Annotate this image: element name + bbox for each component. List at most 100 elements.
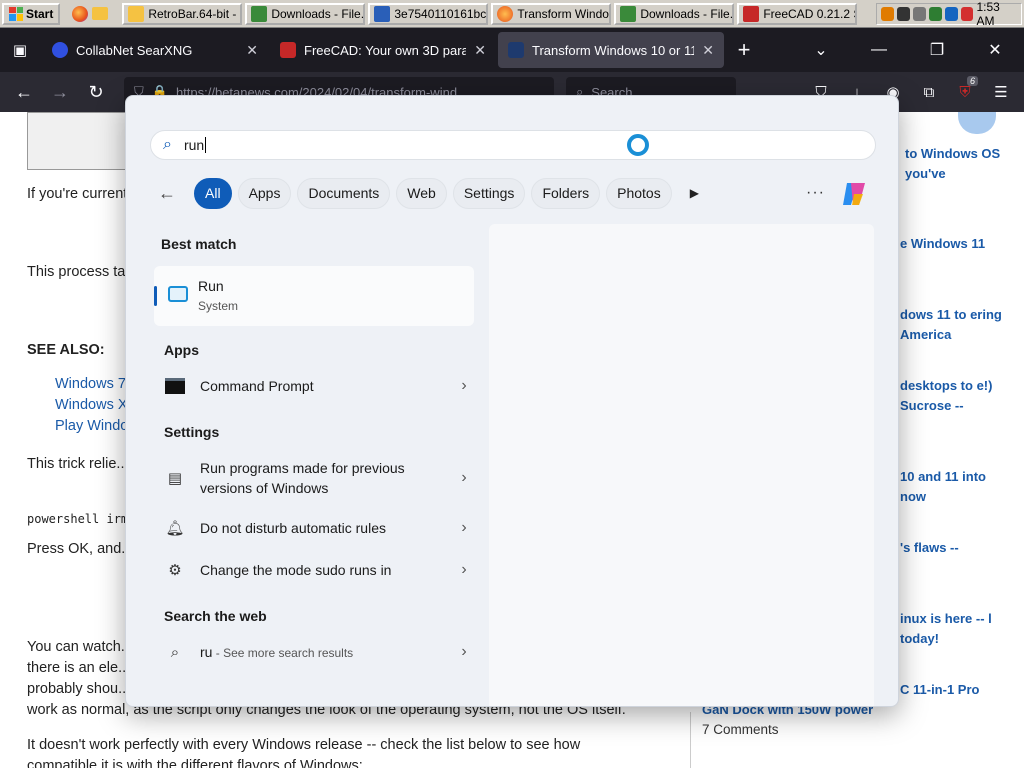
- compatibility-icon: ▤: [167, 470, 183, 487]
- taskbar-button-image[interactable]: 3e7540110161bc...: [368, 2, 489, 25]
- sidebar-link[interactable]: e Windows 11: [900, 234, 1004, 254]
- taskbar-button-label: Downloads - File...: [271, 6, 366, 21]
- tab-title: FreeCAD: Your own 3D parametric modeler: [304, 42, 467, 58]
- copilot-icon[interactable]: [839, 180, 869, 208]
- network-icon[interactable]: [896, 7, 910, 21]
- close-window-icon[interactable]: ✕: [966, 40, 1024, 60]
- play-icon[interactable]: ▶: [690, 186, 699, 200]
- volume-icon[interactable]: [944, 7, 958, 21]
- taskbar-button-label: 3e7540110161bc...: [394, 6, 489, 21]
- start-button[interactable]: Start: [2, 2, 61, 25]
- folder-icon: [128, 5, 145, 22]
- tab-searxng[interactable]: CollabNet SearXNG ✕: [42, 32, 268, 68]
- result-sudo-mode[interactable]: ⚙ Change the mode sudo runs in ›: [154, 558, 474, 582]
- sidebar-link[interactable]: 's flaws --: [900, 538, 1004, 558]
- search-icon[interactable]: [881, 7, 894, 21]
- preview-pane: [489, 224, 874, 706]
- firefox-icon[interactable]: [72, 5, 89, 22]
- freecad-icon: [280, 42, 296, 58]
- close-icon[interactable]: ✕: [246, 42, 258, 59]
- tab-list-icon[interactable]: ▣: [0, 28, 40, 72]
- close-icon[interactable]: ✕: [474, 42, 486, 59]
- search-icon: ⌕: [170, 643, 180, 661]
- sidebar-link[interactable]: 10 and 11 into now: [900, 467, 1004, 507]
- taskbar: Start RetroBar.64-bit - F... Downloads -…: [0, 0, 1024, 28]
- download-icon: [251, 5, 268, 22]
- back-arrow-icon[interactable]: ←: [158, 183, 188, 204]
- chevron-right-icon[interactable]: ›: [454, 519, 474, 537]
- sidebar-link[interactable]: to Windows OS you've: [905, 144, 1005, 184]
- chevron-right-icon[interactable]: ›: [454, 377, 474, 395]
- text-caret: [205, 137, 207, 153]
- apps-heading: Apps: [164, 342, 199, 358]
- search-query[interactable]: run: [184, 137, 204, 153]
- bell-icon: 🔔︎: [165, 520, 185, 537]
- shield-icon[interactable]: [928, 7, 942, 21]
- extensions-icon[interactable]: ⧉: [914, 84, 944, 101]
- menu-icon[interactable]: ☰: [986, 83, 1016, 101]
- firefox-icon: [497, 5, 514, 22]
- maximize-icon[interactable]: ❐: [908, 40, 966, 60]
- best-match-run[interactable]: Run System: [154, 266, 474, 326]
- web-subtitle: - See more search results: [212, 645, 354, 660]
- sidebar-link[interactable]: C 11-in-1 Pro: [900, 680, 1004, 700]
- sidebar-link[interactable]: dows 11 to ering America: [900, 305, 1004, 345]
- battery-icon[interactable]: [960, 7, 974, 21]
- comments-count[interactable]: 7 Comments: [702, 720, 779, 740]
- filter-bar: ← All Apps Documents Web Settings Folder…: [158, 176, 699, 210]
- cloud-icon[interactable]: [912, 7, 926, 21]
- filter-web[interactable]: Web: [396, 177, 447, 209]
- result-command-prompt[interactable]: Command Prompt ›: [154, 374, 474, 398]
- folder-icon[interactable]: [92, 7, 109, 20]
- taskbar-button-downloads[interactable]: Downloads - File...: [245, 2, 366, 25]
- result-web-search[interactable]: ⌕ ru - See more search results ›: [154, 640, 474, 664]
- filter-photos[interactable]: Photos: [606, 177, 672, 209]
- cortana-icon[interactable]: [627, 134, 649, 156]
- sidebar-divider: [690, 712, 691, 768]
- taskbar-button-freecad[interactable]: FreeCAD 0.21.2 S...: [737, 2, 858, 25]
- taskbar-button-firefox[interactable]: Transform Windo...: [491, 2, 612, 25]
- chevron-right-icon[interactable]: ›: [454, 643, 474, 661]
- back-icon[interactable]: ←: [6, 82, 42, 103]
- new-tab-button[interactable]: +: [724, 37, 764, 63]
- article-screenshot-image: [27, 112, 127, 170]
- close-icon[interactable]: ✕: [702, 42, 714, 59]
- command-prompt-icon: [164, 377, 186, 395]
- result-compat-settings[interactable]: ▤ Run programs made for previous version…: [154, 456, 474, 500]
- result-name: Run programs made for previous versions …: [200, 460, 405, 496]
- windows-logo-icon: [9, 6, 23, 21]
- ublock-icon[interactable]: ⛨ 6: [950, 75, 980, 101]
- chevron-down-icon[interactable]: ⌄: [792, 40, 850, 60]
- sidebar-link[interactable]: inux is here -- l today!: [900, 609, 1004, 649]
- system-tray: 1:53 AM: [876, 0, 1022, 28]
- more-options-icon[interactable]: ···: [806, 184, 825, 202]
- web-result-text: ru - See more search results: [200, 642, 454, 663]
- forward-icon[interactable]: →: [42, 82, 78, 103]
- article-paragraph: This process ta... box and most... featu…: [27, 264, 349, 280]
- taskbar-button-downloads-2[interactable]: Downloads - File...: [614, 2, 735, 25]
- tab-betanews[interactable]: Transform Windows 10 or 11 into ✕: [498, 32, 724, 68]
- comment-bubble-icon: [958, 112, 996, 134]
- selection-indicator: [154, 286, 157, 306]
- filter-documents[interactable]: Documents: [297, 177, 391, 209]
- filter-settings[interactable]: Settings: [452, 177, 526, 209]
- chevron-right-icon[interactable]: ›: [454, 469, 474, 487]
- article-line: compatible it is with the different flav…: [27, 758, 363, 768]
- search-input[interactable]: ⌕ run: [150, 130, 876, 160]
- minimize-icon[interactable]: —: [850, 41, 908, 59]
- tab-freecad[interactable]: FreeCAD: Your own 3D parametric modeler …: [270, 32, 496, 68]
- filter-all[interactable]: All: [194, 177, 232, 209]
- taskbar-button-label: FreeCAD 0.21.2 S...: [763, 6, 855, 21]
- sidebar-link[interactable]: desktops to e!) Sucrose --: [900, 376, 1004, 416]
- filter-folders[interactable]: Folders: [531, 177, 601, 209]
- extension-badge: 6: [966, 75, 978, 86]
- filter-apps[interactable]: Apps: [237, 177, 292, 209]
- taskbar-button-retrobar[interactable]: RetroBar.64-bit - F...: [122, 2, 243, 25]
- browser-tab-bar: ▣ CollabNet SearXNG ✕ FreeCAD: Your own …: [0, 28, 1024, 72]
- taskbar-button-label: RetroBar.64-bit - F...: [148, 6, 240, 21]
- reload-icon[interactable]: ↻: [78, 82, 114, 103]
- image-icon: [374, 5, 391, 22]
- result-do-not-disturb[interactable]: 🔔︎ Do not disturb automatic rules ›: [154, 516, 474, 540]
- chevron-right-icon[interactable]: ›: [454, 561, 474, 579]
- clock[interactable]: 1:53 AM: [976, 0, 1017, 28]
